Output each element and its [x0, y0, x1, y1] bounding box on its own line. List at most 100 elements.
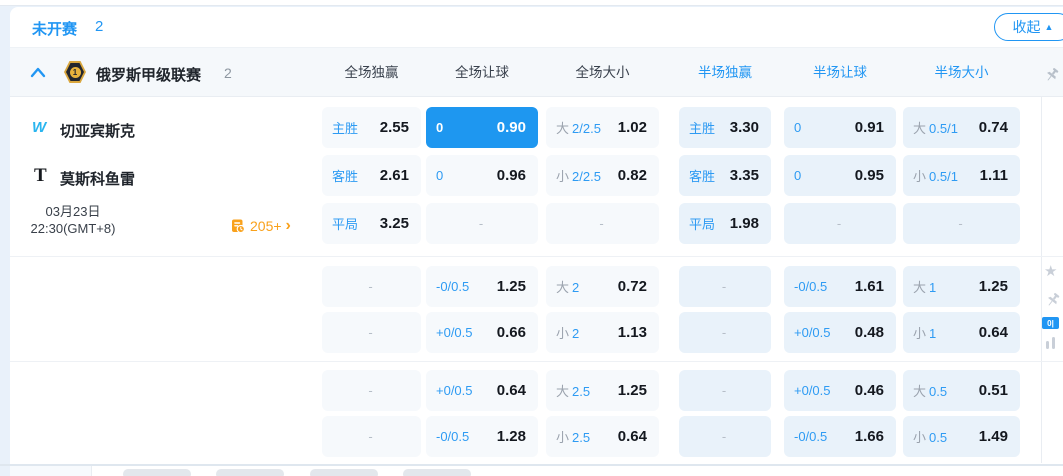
odds-cell[interactable]: -	[679, 416, 771, 457]
odds-cell[interactable]: +0/0.5 0.48	[784, 312, 896, 353]
column-header-full-0[interactable]: 全场独赢	[322, 64, 421, 81]
odds-value: 3.25	[379, 215, 409, 232]
pin-icon[interactable]	[1045, 292, 1061, 308]
odds-cell[interactable]: 小 0.5 1.49	[903, 416, 1020, 457]
odds-label: 2/2.5	[572, 121, 601, 136]
pin-icon[interactable]	[1044, 67, 1060, 83]
league-name[interactable]: 俄罗斯甲级联赛	[96, 64, 201, 85]
odds-cell[interactable]: 客胜 3.35	[679, 155, 771, 196]
odds-cell[interactable]: +0/0.5 0.46	[784, 370, 896, 411]
odds-value: 0.64	[978, 324, 1008, 341]
odds-cell[interactable]: 小 2/2.5 0.82	[546, 155, 659, 196]
odds-value: 1.25	[978, 278, 1008, 295]
odds-cell[interactable]: 0 0.90	[426, 107, 538, 148]
more-markets-link[interactable]: 205+ ›	[230, 218, 291, 234]
odds-cell[interactable]: -	[322, 312, 421, 353]
odds-label: 平局	[332, 217, 359, 232]
odds-cell[interactable]: 大 2/2.5 1.02	[546, 107, 659, 148]
odds-value: 0.96	[496, 167, 526, 184]
odds-cell[interactable]: -	[679, 370, 771, 411]
chevron-right-icon: ›	[285, 217, 291, 234]
odds-cell[interactable]: 小 2.5 0.64	[546, 416, 659, 457]
odds-cell[interactable]: 平局 1.98	[679, 203, 771, 244]
home-team-name: 切亚宾斯克	[60, 123, 136, 140]
odds-cell[interactable]: +0/0.5 0.64	[426, 370, 538, 411]
odds-cell[interactable]: 主胜 3.30	[679, 107, 771, 148]
match-datetime: 03月23日 22:30(GMT+8)	[12, 203, 134, 237]
odds-label: 客胜	[332, 169, 359, 184]
odds-cell[interactable]: 平局 3.25	[322, 203, 421, 244]
odds-label: 0.5/1	[929, 169, 958, 184]
star-icon[interactable]: ★	[1044, 262, 1057, 280]
column-header-full-2[interactable]: 全场大小	[546, 64, 659, 81]
odds-cell[interactable]: -	[322, 370, 421, 411]
odds-line-prefix: 大	[556, 384, 570, 399]
odds-line-prefix: 大	[556, 121, 570, 136]
odds-label: 主胜	[689, 121, 716, 136]
odds-cell[interactable]: -0/0.5 1.25	[426, 266, 538, 307]
odds-cell[interactable]: 0 0.91	[784, 107, 896, 148]
markets-count: 205+	[250, 218, 282, 234]
odds-cell[interactable]: -	[903, 203, 1020, 244]
odds-cell[interactable]: -	[679, 312, 771, 353]
odds-cell[interactable]: 大 0.5 0.51	[903, 370, 1020, 411]
skeleton-pill	[216, 469, 284, 476]
odds-value: 1.02	[617, 119, 647, 136]
odds-value: 2.55	[379, 119, 409, 136]
odds-label: 2	[572, 326, 580, 341]
odds-cell[interactable]: 小 1 0.64	[903, 312, 1020, 353]
odds-label: 1	[929, 326, 937, 341]
odds-cell[interactable]: 客胜 2.61	[322, 155, 421, 196]
odds-cell[interactable]: 小 2 1.13	[546, 312, 659, 353]
odds-label: +0/0.5	[436, 383, 473, 398]
odds-cell[interactable]: 0 0.96	[426, 155, 538, 196]
odds-value: 0.64	[496, 382, 526, 399]
skeleton-pill	[403, 469, 471, 476]
column-header-half-4[interactable]: 半场让球	[784, 64, 896, 81]
column-header-full-1[interactable]: 全场让球	[426, 64, 538, 81]
odds-cell[interactable]: 大 2.5 1.25	[546, 370, 659, 411]
odds-value: 0.66	[496, 324, 526, 341]
odds-cell[interactable]: -0/0.5 1.61	[784, 266, 896, 307]
odds-cell[interactable]: 小 0.5/1 1.11	[903, 155, 1020, 196]
match-divider	[10, 256, 1063, 257]
odds-cell[interactable]: 0 0.95	[784, 155, 896, 196]
odds-cell[interactable]: 大 1 1.25	[903, 266, 1020, 307]
odds-board: 未开赛 2 收起 ▲ 1 俄罗斯甲级联赛 2 全场独赢 全场让球 全场大小 半场独赢半…	[0, 0, 1063, 476]
odds-value: 1.25	[496, 278, 526, 295]
odds-cell[interactable]: -	[426, 203, 538, 244]
odds-cell[interactable]: -	[546, 203, 659, 244]
status-title: 未开赛	[32, 21, 78, 38]
odds-label: 0.5/1	[929, 121, 958, 136]
match-date: 03月23日	[45, 204, 101, 219]
column-header-half-3[interactable]: 半场独赢	[679, 64, 771, 81]
odds-format-badge[interactable]: 0|	[1042, 317, 1059, 329]
odds-cell[interactable]: 大 0.5/1 0.74	[903, 107, 1020, 148]
chevron-up-icon[interactable]	[30, 66, 46, 78]
odds-label: 平局	[689, 217, 716, 232]
odds-cell[interactable]: 主胜 2.55	[322, 107, 421, 148]
odds-line-prefix: 大	[913, 280, 927, 295]
odds-value: 0.82	[617, 167, 647, 184]
odds-value: 1.13	[617, 324, 647, 341]
odds-cell[interactable]: -0/0.5 1.66	[784, 416, 896, 457]
odds-cell[interactable]: +0/0.5 0.66	[426, 312, 538, 353]
odds-label: 0	[794, 168, 802, 183]
odds-line-prefix: 小	[556, 430, 570, 445]
odds-cell[interactable]: -	[679, 266, 771, 307]
odds-cell[interactable]: -	[322, 266, 421, 307]
collapse-button[interactable]: 收起 ▲	[994, 13, 1063, 41]
odds-label: 0.5	[929, 384, 948, 399]
odds-label: 主胜	[332, 121, 359, 136]
odds-cell[interactable]: -0/0.5 1.28	[426, 416, 538, 457]
odds-line-prefix: 小	[913, 430, 927, 445]
odds-line-prefix: 小	[913, 326, 927, 341]
stats-bars-icon[interactable]	[1046, 337, 1055, 349]
odds-cell[interactable]: 大 2 0.72	[546, 266, 659, 307]
rail-divider	[1041, 97, 1042, 463]
column-header-half-5[interactable]: 半场大小	[903, 64, 1020, 81]
odds-cell[interactable]: -	[784, 203, 896, 244]
odds-cell[interactable]: -	[322, 416, 421, 457]
odds-line-prefix: 小	[913, 169, 927, 184]
odds-value: 0.91	[854, 119, 884, 136]
